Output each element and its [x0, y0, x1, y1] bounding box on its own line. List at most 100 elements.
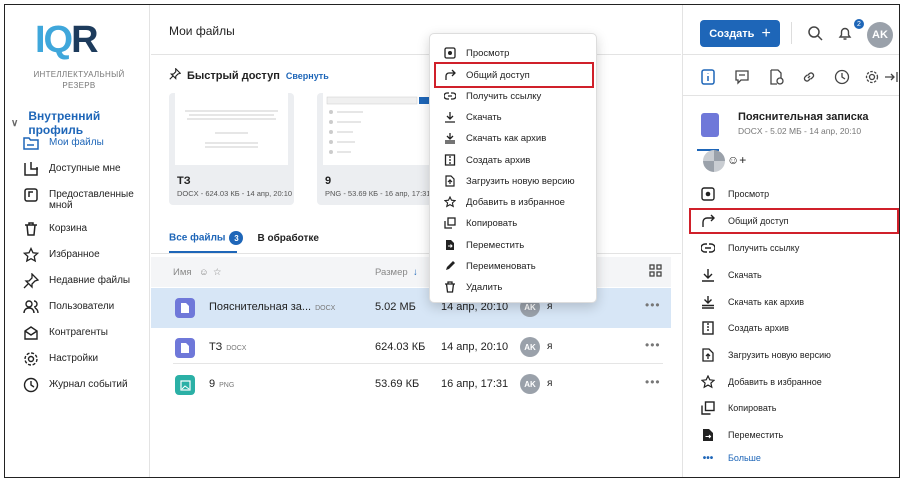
panel-action-upload-version[interactable]: Загрузить новую версию [691, 344, 897, 366]
table-row[interactable]: 9 PNG 53.69 КБ 16 апр, 17:31 AK я ••• [151, 365, 671, 405]
file-name: 9 PNG [209, 378, 235, 390]
archive-icon [701, 321, 715, 335]
file-date: 16 апр, 17:31 [441, 378, 509, 390]
menu-item-move[interactable]: Переместить [436, 234, 592, 256]
quick-access-label: Быстрый доступ [187, 69, 280, 82]
sidebar-item-shared-with-me[interactable]: Доступные мне [23, 161, 148, 187]
document-file-icon [175, 298, 195, 318]
menu-item-share[interactable]: Общий доступ [434, 62, 594, 88]
logo-tagline: ИНТЕЛЛЕКТУАЛЬНЫЙ РЕЗЕРВ [33, 70, 125, 90]
main-area: Мои файлы Быстрый доступ Свернуть ТЗ DOC… [151, 5, 681, 477]
add-user-icon[interactable]: ☺+ [727, 153, 746, 167]
panel-action-download-archive[interactable]: Скачать как архив [691, 291, 897, 313]
menu-item-delete[interactable]: Удалить [436, 276, 592, 298]
panel-action-more[interactable]: ••• Больше [691, 447, 897, 469]
avatar: AK [520, 374, 540, 394]
sidebar-item-contractors[interactable]: Контрагенты [23, 325, 148, 351]
link-icon [444, 90, 456, 102]
sidebar-item-event-log[interactable]: Журнал событий [23, 377, 148, 403]
title-bar: Мои файлы [151, 5, 681, 55]
row-more-button[interactable]: ••• [645, 298, 661, 312]
panel-action-download[interactable]: Скачать [691, 264, 897, 286]
sidebar-item-trash[interactable]: Корзина [23, 221, 148, 247]
users-icon [23, 299, 39, 315]
tab-all-files[interactable]: Все файлы 3 [169, 231, 244, 245]
row-more-button[interactable]: ••• [645, 338, 661, 352]
row-more-button[interactable]: ••• [645, 375, 661, 389]
menu-item-upload-version[interactable]: Загрузить новую версию [436, 170, 592, 192]
table-row[interactable]: ТЗ DOCX 624.03 КБ 14 апр, 20:10 AK я ••• [151, 328, 671, 368]
panel-action-create-archive[interactable]: Создать архив [691, 317, 897, 339]
info-icon [701, 69, 715, 85]
search-button[interactable] [804, 22, 826, 44]
menu-item-get-link[interactable]: Получить ссылку [436, 85, 592, 107]
share-arrow-icon [444, 69, 456, 81]
move-icon [701, 428, 715, 442]
menu-item-download[interactable]: Скачать [436, 106, 592, 128]
owner-label: я [547, 341, 553, 352]
menu-item-download-archive[interactable]: Скачать как архив [436, 127, 592, 149]
file-type: PNG [219, 382, 235, 389]
sidebar-item-shared-by-me[interactable]: Предоставленные мной [23, 187, 148, 221]
menu-item-view[interactable]: Просмотр [436, 42, 592, 64]
tab-processing[interactable]: В обработке [257, 233, 318, 244]
divider [173, 363, 663, 364]
quick-access-card[interactable]: 9 PNG - 53.69 КБ - 16 апр, 17:31 [317, 93, 442, 205]
profile-switcher[interactable]: ∨ Внутренний профиль [11, 109, 149, 137]
tab-links[interactable] [800, 68, 818, 86]
chevron-down-icon: ∨ [11, 117, 19, 129]
menu-item-add-favorite[interactable]: Добавить в избранное [436, 191, 592, 213]
panel-tabs [683, 60, 899, 151]
profile-label: Внутренний профиль [28, 109, 101, 137]
column-size[interactable]: Размер [375, 267, 408, 278]
panel-action-move[interactable]: Переместить [691, 424, 897, 446]
quick-access-card[interactable]: ТЗ DOCX - 624.03 КБ - 14 апр, 20:10 [169, 93, 294, 205]
menu-item-create-archive[interactable]: Создать архив [436, 149, 592, 171]
create-button[interactable]: Создать + [700, 20, 780, 47]
star-filter-icon[interactable]: ☆ [213, 267, 222, 278]
file-size: 624.03 КБ [375, 341, 426, 353]
tab-info[interactable] [699, 68, 717, 86]
collapse-link[interactable]: Свернуть [286, 71, 329, 81]
panel-action-add-favorite[interactable]: Добавить в избранное [691, 371, 897, 393]
column-name[interactable]: Имя [173, 267, 192, 278]
divider [791, 22, 792, 44]
panel-action-view[interactable]: Просмотр [691, 183, 897, 205]
sidebar-item-favorites[interactable]: Избранное [23, 247, 148, 273]
menu-item-rename[interactable]: Переименовать [436, 255, 592, 277]
star-icon [444, 196, 456, 208]
tab-settings[interactable] [863, 68, 881, 86]
document-thumbnail [175, 93, 288, 165]
panel-action-share[interactable]: Общий доступ [689, 208, 899, 234]
contractors-icon [23, 325, 39, 341]
file-count-badge: 3 [229, 231, 244, 245]
user-avatar[interactable]: AK [867, 22, 893, 48]
file-name: ТЗ DOCX [209, 341, 247, 353]
view-icon [701, 187, 715, 201]
file-type: DOCX [226, 345, 247, 352]
card-name: ТЗ [177, 175, 191, 187]
file-type: DOCX [315, 305, 336, 312]
sidebar-item-users[interactable]: Пользователи [23, 299, 148, 325]
sidebar-item-settings[interactable]: Настройки [23, 351, 148, 377]
tab-history[interactable] [833, 68, 851, 86]
panel-action-get-link[interactable]: Получить ссылку [691, 237, 897, 259]
sidebar-item-my-files[interactable]: Мои файлы [23, 135, 148, 161]
collapse-panel-button[interactable] [882, 68, 899, 86]
top-bar: Создать + 2 AK [683, 5, 899, 55]
search-icon [808, 26, 823, 41]
sort-down-icon[interactable]: ↓ [413, 267, 418, 278]
tab-comments[interactable] [733, 68, 751, 86]
star-icon [701, 375, 715, 389]
shared-by-me-icon [23, 187, 39, 203]
menu-item-copy[interactable]: Копировать [436, 212, 592, 234]
users-filter-icon[interactable]: ☺ [199, 267, 209, 278]
upload-version-icon [444, 175, 456, 187]
pin-icon [169, 67, 182, 83]
download-icon [444, 111, 456, 123]
panel-action-copy[interactable]: Копировать [691, 397, 897, 419]
grid-view-icon[interactable] [649, 264, 662, 280]
view-icon [444, 47, 456, 59]
tab-versions[interactable] [767, 68, 785, 86]
sidebar-item-recent[interactable]: Недавние файлы [23, 273, 148, 299]
